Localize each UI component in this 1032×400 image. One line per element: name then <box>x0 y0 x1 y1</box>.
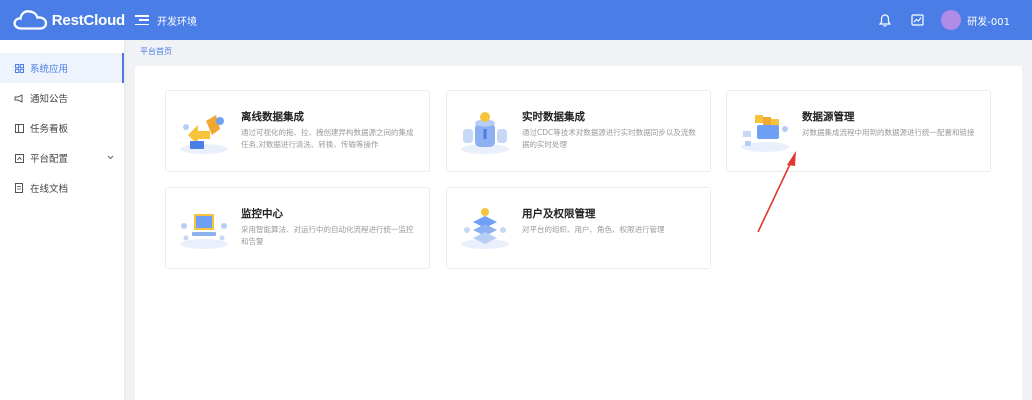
card-offline-data-integration[interactable]: 离线数据集成 通过可视化的拖、拉、拽创建异构数据源之间的集成任务,对数据进行清洗… <box>165 90 430 172</box>
username[interactable]: 研发-001 <box>967 13 1010 28</box>
environment-label: 开发环境 <box>157 16 197 28</box>
breadcrumb[interactable]: 平台首页 <box>140 46 172 57</box>
etl-illustration-icon <box>180 115 228 154</box>
card-title: 实时数据集成 <box>522 111 585 123</box>
logo[interactable]: RestCloud <box>0 0 125 40</box>
chart-screen-icon[interactable] <box>909 12 925 28</box>
card-datasource-management[interactable]: 数据源管理 对数据集成流程中用到的数据源进行统一配置和链接 <box>726 90 991 172</box>
sidebar-item-task-board[interactable]: 任务看板 <box>0 113 124 143</box>
card-title: 离线数据集成 <box>241 111 304 123</box>
sidebar-item-label: 平台配置 <box>30 154 69 165</box>
card-user-permission-management[interactable]: 用户及权限管理 对平台的组织、用户、角色、权限进行管理 <box>446 187 711 269</box>
card-title: 用户及权限管理 <box>522 208 596 220</box>
card-title: 数据源管理 <box>802 111 855 123</box>
sidebar: 系统应用 通知公告 任务看板 平台配置 在线文档 <box>0 40 125 400</box>
sidebar-item-system-apps[interactable]: 系统应用 <box>0 53 124 83</box>
grid-icon <box>14 63 24 73</box>
sidebar-item-notices[interactable]: 通知公告 <box>0 83 124 113</box>
sidebar-item-label: 在线文档 <box>30 184 69 195</box>
datasource-illustration-icon <box>741 115 789 152</box>
sidebar-item-label: 系统应用 <box>30 64 69 75</box>
document-icon <box>14 183 24 193</box>
card-description: 通过CDC等技术对数据源进行实时数据同步以及流数据的实时处理 <box>522 128 696 149</box>
header-actions: 研发-001 <box>877 0 1032 40</box>
card-description: 采用智能算法、对运行中的自动化流程进行统一监控和告警 <box>241 225 414 246</box>
sidebar-item-label: 通知公告 <box>30 94 69 105</box>
card-title: 监控中心 <box>241 208 283 220</box>
card-description: 通过可视化的拖、拉、拽创建异构数据源之间的集成任务,对数据进行清洗、转换、传输等… <box>241 128 414 149</box>
cloud-logo-icon <box>13 10 48 30</box>
board-icon <box>14 123 24 133</box>
chevron-down-icon[interactable] <box>107 154 114 161</box>
config-icon <box>14 153 24 163</box>
card-description: 对平台的组织、用户、角色、权限进行管理 <box>522 225 665 234</box>
card-monitoring-center[interactable]: 监控中心 采用智能算法、对运行中的自动化流程进行统一监控和告警 <box>165 187 430 269</box>
realtime-db-illustration-icon <box>461 112 509 154</box>
logo-text: RestCloud <box>51 11 125 29</box>
sidebar-item-platform-config[interactable]: 平台配置 <box>0 143 124 173</box>
avatar[interactable] <box>941 10 962 30</box>
megaphone-icon <box>14 93 24 103</box>
user-permission-illustration-icon <box>461 208 509 249</box>
bell-icon[interactable] <box>877 12 893 28</box>
monitor-illustration-icon <box>180 214 228 249</box>
card-description: 对数据集成流程中用到的数据源进行统一配置和链接 <box>802 128 975 137</box>
menu-toggle-icon[interactable] <box>135 13 149 27</box>
sidebar-item-online-docs[interactable]: 在线文档 <box>0 173 124 203</box>
sidebar-item-label: 任务看板 <box>30 124 69 135</box>
card-realtime-data-integration[interactable]: 实时数据集成 通过CDC等技术对数据源进行实时数据同步以及流数据的实时处理 <box>446 90 711 172</box>
top-header: RestCloud 开发环境 研发-001 <box>0 0 1032 40</box>
